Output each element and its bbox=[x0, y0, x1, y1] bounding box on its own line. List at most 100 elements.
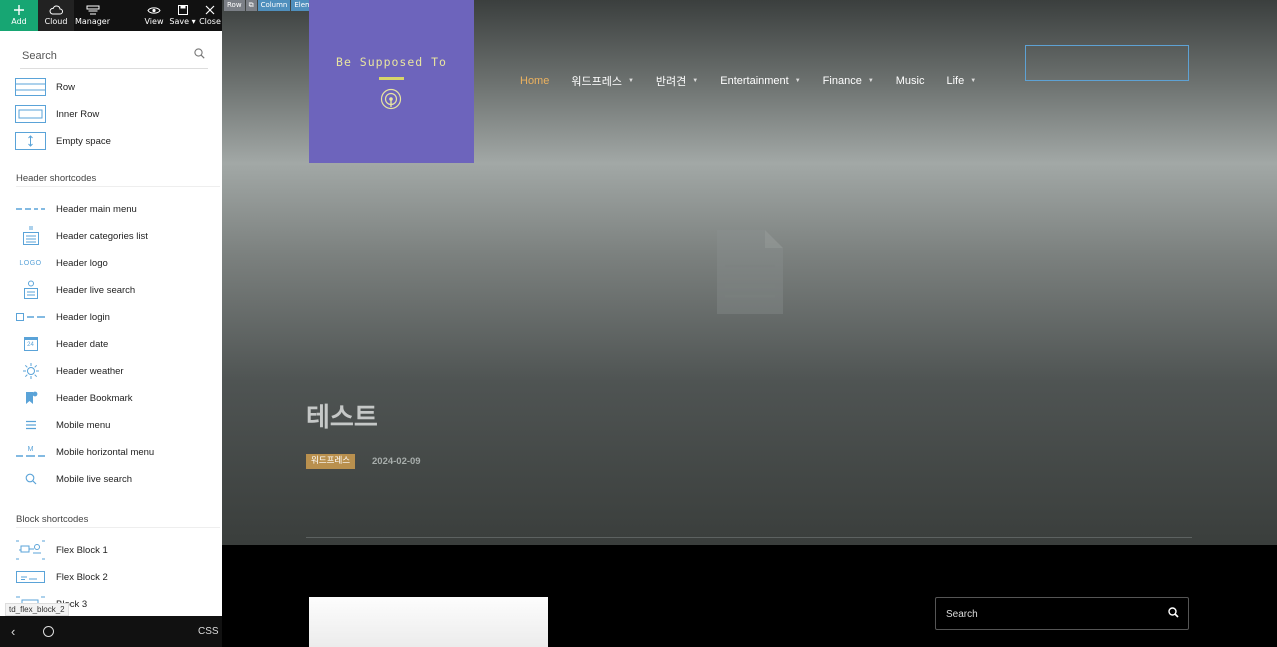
close-label: Close bbox=[199, 17, 221, 26]
categories-list-icon bbox=[15, 226, 46, 246]
nav-item[interactable]: Finance ▼ bbox=[823, 73, 874, 89]
manager-label: Manager bbox=[74, 17, 111, 26]
list-item-flex-block-2[interactable]: Flex Block 2 bbox=[0, 564, 222, 590]
copy-icon[interactable]: ⧉ bbox=[245, 0, 257, 11]
list-item-header-logo[interactable]: LOGO Header logo bbox=[0, 250, 222, 276]
list-item-empty-space[interactable]: Empty space bbox=[0, 128, 222, 154]
add-button[interactable]: Add bbox=[0, 0, 38, 31]
panel-search bbox=[20, 45, 208, 69]
site-logo[interactable]: Be Supposed To bbox=[309, 0, 474, 163]
list-item-mobile-menu[interactable]: Mobile menu bbox=[0, 412, 222, 438]
search-icon bbox=[15, 469, 46, 489]
caret-down-icon: ▼ bbox=[867, 78, 874, 84]
search-input[interactable] bbox=[20, 45, 190, 67]
list-item-label: Flex Block 1 bbox=[56, 544, 108, 556]
section-heading-header: Header shortcodes bbox=[16, 173, 97, 184]
empty-space-icon bbox=[15, 131, 46, 151]
nav-item-label: Entertainment bbox=[720, 75, 789, 87]
tooltip: td_flex_block_2 bbox=[5, 603, 69, 616]
css-button[interactable]: CSS bbox=[198, 626, 219, 637]
list-item-flex-block-1[interactable]: Flex Block 1 bbox=[0, 537, 222, 563]
nav-item[interactable]: Home bbox=[520, 73, 549, 89]
save-label: Save ▾ bbox=[169, 17, 196, 26]
list-item-label: Mobile menu bbox=[56, 419, 111, 431]
search-icon[interactable] bbox=[1168, 607, 1179, 621]
content-card[interactable] bbox=[309, 597, 548, 647]
site-search-input[interactable] bbox=[946, 606, 1146, 622]
back-icon[interactable]: ‹ bbox=[11, 624, 15, 639]
nav-item-label: Finance bbox=[822, 75, 862, 87]
list-item-label: Header live search bbox=[56, 284, 136, 296]
main-navigation: Home 워드프레스 ▼ 반려견 ▼ Entertainment ▼ Finance ▼ Musi… bbox=[520, 73, 998, 89]
cloud-icon bbox=[49, 3, 63, 17]
section-divider bbox=[16, 527, 220, 528]
horizontal-menu-icon-letter: M bbox=[27, 446, 34, 453]
list-item-label: Flex Block 2 bbox=[56, 571, 108, 583]
search-icon[interactable] bbox=[194, 48, 205, 62]
post-date: 2024-02-09 bbox=[372, 456, 421, 467]
floppy-icon bbox=[177, 3, 188, 17]
list-item-label: Header main menu bbox=[56, 203, 137, 215]
panel-bottom-bar: ‹ CSS bbox=[0, 616, 222, 647]
caret-down-icon: ▼ bbox=[692, 78, 699, 84]
nav-item[interactable]: Life ▼ bbox=[947, 73, 977, 89]
bookmark-icon bbox=[15, 388, 46, 408]
nav-item[interactable]: 반려견 ▼ bbox=[656, 73, 698, 89]
list-item-header-categories-list[interactable]: Header categories list bbox=[0, 223, 222, 249]
main-menu-icon bbox=[15, 199, 46, 219]
document-placeholder-icon bbox=[715, 228, 785, 319]
horizontal-menu-icon: M bbox=[15, 442, 46, 462]
list-item-label: Header login bbox=[56, 311, 110, 323]
close-icon bbox=[205, 3, 215, 17]
list-item-label: Mobile live search bbox=[56, 473, 133, 485]
nav-item[interactable]: Music bbox=[896, 73, 925, 89]
nav-item[interactable]: 워드프레스 ▼ bbox=[571, 73, 634, 89]
list-item-mobile-horizontal-menu[interactable]: M Mobile horizontal menu bbox=[0, 439, 222, 465]
list-item-row[interactable]: Row bbox=[0, 74, 222, 100]
sun-icon bbox=[15, 361, 46, 381]
close-button[interactable]: Close bbox=[198, 0, 222, 31]
layers-icon bbox=[86, 3, 100, 17]
list-item-label: Header logo bbox=[56, 257, 108, 269]
plus-icon bbox=[13, 3, 25, 17]
hero-divider bbox=[306, 537, 1192, 538]
nav-item[interactable]: Entertainment ▼ bbox=[720, 73, 800, 89]
list-item-header-date[interactable]: 24 Header date bbox=[0, 331, 222, 357]
circle-icon[interactable] bbox=[43, 626, 54, 637]
header-cta-button[interactable] bbox=[1025, 45, 1189, 81]
view-button[interactable]: View bbox=[141, 0, 167, 31]
list-item-header-bookmark[interactable]: Header Bookmark bbox=[0, 385, 222, 411]
hamburger-icon bbox=[15, 415, 46, 435]
crumb-column[interactable]: Column bbox=[257, 0, 291, 11]
caret-down-icon: ▼ bbox=[970, 78, 977, 84]
manager-button[interactable]: Manager bbox=[74, 0, 111, 31]
list-item-label: Header Bookmark bbox=[56, 392, 133, 404]
list-item-header-login[interactable]: Header login bbox=[0, 304, 222, 330]
caret-down-icon: ▼ bbox=[794, 78, 801, 84]
nav-item-label: Music bbox=[895, 75, 925, 87]
crumb-row[interactable]: Row bbox=[224, 0, 245, 11]
cloud-button[interactable]: Cloud bbox=[38, 0, 74, 31]
list-item-label: Row bbox=[56, 81, 76, 93]
caret-down-icon: ▼ bbox=[627, 78, 634, 84]
list-item-header-weather[interactable]: Header weather bbox=[0, 358, 222, 384]
logo-icon: LOGO bbox=[19, 259, 42, 267]
list-item-header-main-menu[interactable]: Header main menu bbox=[0, 196, 222, 222]
page-canvas: Row ⧉ Column Element ⧉ 🗑 Be Supposed To … bbox=[222, 0, 1277, 647]
section-divider bbox=[16, 186, 220, 187]
logo-text: Be Supposed To bbox=[336, 55, 447, 69]
category-badge[interactable]: 워드프레스 bbox=[306, 454, 356, 469]
post-title[interactable]: 테스트 bbox=[306, 397, 378, 434]
list-item-label: Header date bbox=[56, 338, 109, 350]
nav-item-label: Life bbox=[946, 75, 965, 87]
element-panel: Add Cloud Manager View Save ▾ Close Sear… bbox=[0, 0, 222, 647]
nav-item-label: Home bbox=[520, 75, 550, 87]
list-item-mobile-live-search[interactable]: Mobile live search bbox=[0, 466, 222, 492]
nav-item-label: 반려견 bbox=[655, 76, 687, 88]
list-item-inner-row[interactable]: Inner Row bbox=[0, 101, 222, 127]
list-item-label: Header weather bbox=[56, 365, 124, 377]
save-button[interactable]: Save ▾ bbox=[167, 0, 198, 31]
list-item-header-live-search[interactable]: Header live search bbox=[0, 277, 222, 303]
shortcode-list: Row Inner Row Empty space Header shortco… bbox=[0, 72, 222, 612]
live-search-icon bbox=[15, 280, 46, 300]
